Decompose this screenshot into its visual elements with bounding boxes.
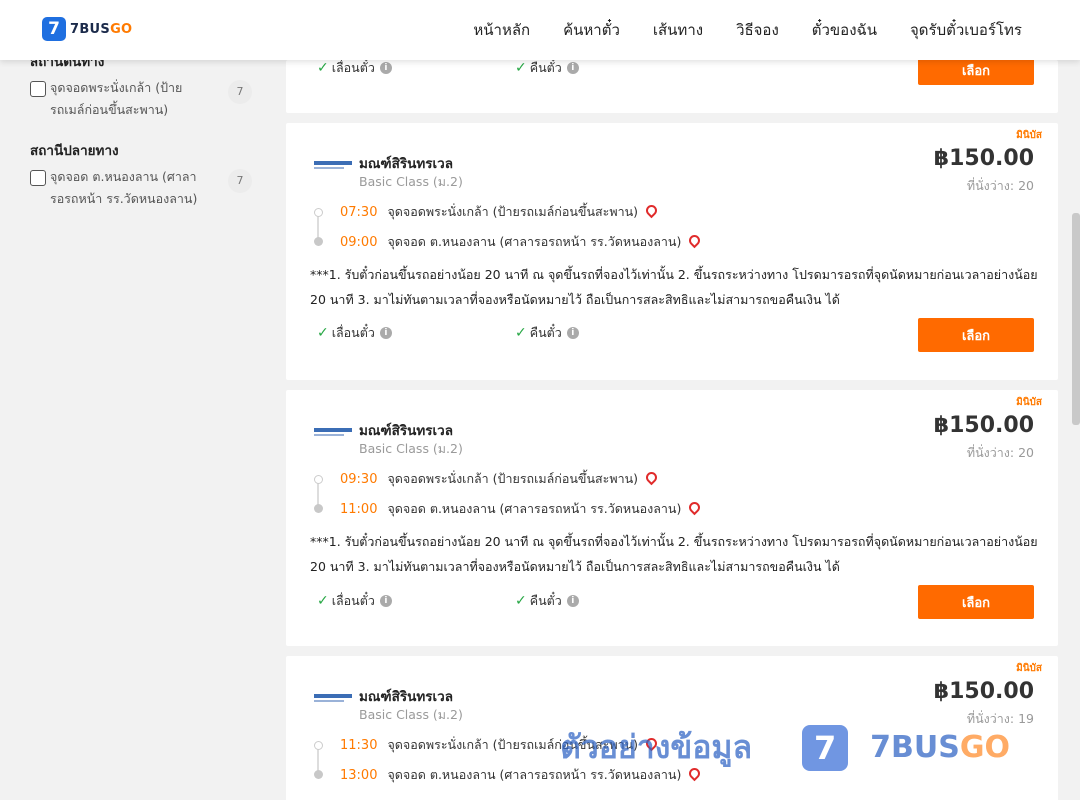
bus-class: Basic Class (ม.2) [359, 707, 463, 722]
destination-dot [314, 237, 323, 246]
check-icon: ✓ [515, 593, 527, 609]
trip-note: ***1. รับตั๋วก่อนขึ้นรถอย่างน้อย 20 นาที… [310, 267, 1038, 307]
check-icon: ✓ [317, 593, 329, 609]
depart-time: 07:30 [340, 204, 378, 220]
bus-type-label: มินิบัส [1016, 130, 1042, 141]
map-pin-icon[interactable] [687, 499, 703, 516]
destination-filter-label: จุดจอด ต.หนองลาน (ศาลารอรถหน้า รร.วัดหนอ… [50, 169, 198, 206]
map-pin-icon[interactable] [643, 735, 660, 752]
info-icon[interactable]: i [566, 327, 579, 339]
info-icon[interactable]: i [379, 595, 392, 607]
main-nav: หน้าหลัก ค้นหาตั๋ว เส้นทาง วิธีจอง ตั๋วข… [440, 0, 1022, 60]
origin-filter-option[interactable]: จุดจอดพระนั่งเกล้า (ป้ายรถเมล์ก่อนขึ้นสะ… [30, 80, 258, 121]
trip-card: มินิบัส มณฑ์สิรินทรเวล Basic Class (ม.2)… [286, 390, 1058, 646]
destination-filter-option[interactable]: จุดจอด ต.หนองลาน (ศาลารอรถหน้า รร.วัดหนอ… [30, 169, 258, 210]
operator-name: มณฑ์สิรินทรเวล [359, 423, 453, 439]
info-icon[interactable]: i [379, 62, 392, 74]
nav-my-tickets[interactable]: ตั๋วของฉัน [812, 18, 877, 42]
reschedule-option: ✓ เลื่อนตั๋ว i [317, 323, 392, 343]
nav-home[interactable]: หน้าหลัก [473, 18, 530, 42]
operator-name: มณฑ์สิรินทรเวล [359, 156, 453, 172]
origin-filter-count: 7 [228, 80, 252, 104]
reschedule-option: ✓ เลื่อนตั๋ว i [317, 591, 392, 611]
refund-option: ✓ คืนตั๋ว i [515, 58, 579, 78]
nav-search-ticket[interactable]: ค้นหาตั๋ว [563, 18, 620, 42]
destination-checkbox[interactable] [30, 170, 46, 186]
page-scrollbar[interactable] [1072, 213, 1080, 425]
origin-dot [314, 741, 323, 750]
top-header: 7 7BUSGO หน้าหลัก ค้นหาตั๋ว เส้นทาง วิธี… [0, 0, 1080, 60]
origin-stop: 11:30 จุดจอดพระนั่งเกล้า (ป้ายรถเมล์ก่อน… [340, 735, 660, 755]
check-icon: ✓ [317, 325, 329, 341]
info-icon[interactable]: i [379, 327, 392, 339]
operator-logo [314, 428, 352, 436]
nav-how-to-book[interactable]: วิธีจอง [736, 18, 779, 42]
depart-time: 09:30 [340, 471, 378, 487]
check-icon: ✓ [515, 60, 527, 76]
destination-filter-count: 7 [228, 169, 252, 193]
refund-option: ✓ คืนตั๋ว i [515, 323, 579, 343]
nav-pickup-points[interactable]: จุดรับตั๋วเบอร์โทร [910, 18, 1022, 42]
destination-dot [314, 504, 323, 513]
origin-stop: 09:30 จุดจอดพระนั่งเกล้า (ป้ายรถเมล์ก่อน… [340, 469, 660, 489]
seats-available: ที่นั่งว่าง: 20 [966, 178, 1034, 193]
bus-type-label: มินิบัส [1016, 397, 1042, 408]
reschedule-option: ✓ เลื่อนตั๋ว i [317, 58, 392, 78]
trip-price: ฿150.00 [933, 413, 1034, 438]
depart-time: 11:30 [340, 737, 378, 753]
arrive-time: 09:00 [340, 234, 378, 250]
destination-stop: 11:00 จุดจอด ต.หนองลาน (ศาลารอรถหน้า รร.… [340, 499, 703, 519]
trip-note: ***1. รับตั๋วก่อนขึ้นรถอย่างน้อย 20 นาที… [310, 534, 1038, 574]
trip-card: มินิบัส มณฑ์สิรินทรเวล Basic Class (ม.2)… [286, 123, 1058, 380]
nav-routes[interactable]: เส้นทาง [653, 18, 703, 42]
bus-type-label: มินิบัส [1016, 663, 1042, 674]
trip-price: ฿150.00 [933, 679, 1034, 704]
select-button[interactable]: เลือก [918, 585, 1034, 619]
refund-option: ✓ คืนตั๋ว i [515, 591, 579, 611]
filter-sidebar: สถานีต้นทาง จุดจอดพระนั่งเกล้า (ป้ายรถเม… [30, 50, 258, 210]
map-pin-icon[interactable] [687, 232, 703, 249]
check-icon: ✓ [317, 60, 329, 76]
map-pin-icon[interactable] [643, 202, 660, 219]
seats-available: ที่นั่งว่าง: 20 [966, 445, 1034, 460]
operator-logo [314, 161, 352, 169]
map-pin-icon[interactable] [687, 765, 703, 782]
arrive-time: 11:00 [340, 501, 378, 517]
operator-name: มณฑ์สิรินทรเวล [359, 689, 453, 705]
select-button[interactable]: เลือก [918, 318, 1034, 352]
seats-available: ที่นั่งว่าง: 19 [966, 711, 1034, 726]
info-icon[interactable]: i [566, 62, 579, 74]
destination-stop: 13:00 จุดจอด ต.หนองลาน (ศาลารอรถหน้า รร.… [340, 765, 703, 785]
destination-filter-title: สถานีปลายทาง [30, 143, 119, 159]
trip-card: มินิบัส มณฑ์สิรินทรเวล Basic Class (ม.2)… [286, 656, 1058, 800]
origin-stop: 07:30 จุดจอดพระนั่งเกล้า (ป้ายรถเมล์ก่อน… [340, 202, 660, 222]
origin-checkbox[interactable] [30, 81, 46, 97]
operator-logo [314, 694, 352, 702]
destination-dot [314, 770, 323, 779]
check-icon: ✓ [515, 325, 527, 341]
destination-stop: 09:00 จุดจอด ต.หนองลาน (ศาลารอรถหน้า รร.… [340, 232, 703, 252]
origin-filter-label: จุดจอดพระนั่งเกล้า (ป้ายรถเมล์ก่อนขึ้นสะ… [50, 80, 183, 117]
origin-dot [314, 475, 323, 484]
origin-dot [314, 208, 323, 217]
site-logo[interactable]: 7 7BUSGO [42, 17, 132, 41]
bus-class: Basic Class (ม.2) [359, 441, 463, 456]
logo-text: 7BUSGO [70, 21, 133, 37]
info-icon[interactable]: i [566, 595, 579, 607]
map-pin-icon[interactable] [643, 469, 660, 486]
logo-mark-icon: 7 [42, 17, 66, 41]
trip-price: ฿150.00 [933, 146, 1034, 171]
bus-class: Basic Class (ม.2) [359, 174, 463, 189]
trip-card-partial: ✓ เลื่อนตั๋ว i ✓ คืนตั๋ว i เลือก [286, 55, 1058, 113]
arrive-time: 13:00 [340, 767, 378, 783]
